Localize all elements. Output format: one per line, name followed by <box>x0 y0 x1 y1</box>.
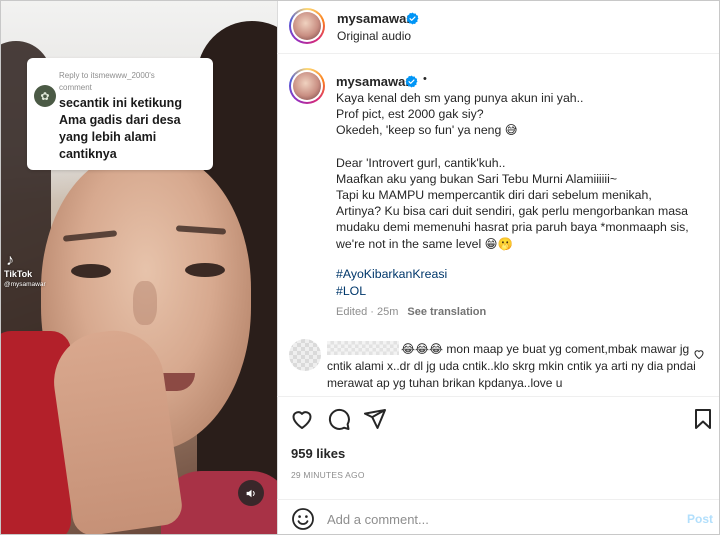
video-player[interactable]: ✿ Reply to itsmewww_2000's comment secan… <box>1 1 277 534</box>
like-heart-icon[interactable] <box>290 407 314 431</box>
post-caption: Kaya kenal deh sm yang punya akun ini ya… <box>336 90 712 252</box>
edited-timestamp: Edited · 25m <box>336 306 399 318</box>
caption-paragraph-1: Kaya kenal deh sm yang punya akun ini ya… <box>336 91 584 138</box>
original-audio-link[interactable]: Original audio <box>337 29 411 43</box>
tiktok-logo-icon: ♪ <box>6 252 14 269</box>
reply-text: secantik ini ketikung Ama gadis dari des… <box>59 96 182 161</box>
hashtag-lol[interactable]: #LOL <box>336 284 366 298</box>
post-comment-button[interactable]: Post <box>687 512 713 526</box>
add-comment-input[interactable] <box>327 508 667 530</box>
see-translation-link[interactable]: See translation <box>407 306 486 318</box>
caption-username[interactable]: mysamawar <box>336 74 410 89</box>
post-timestamp[interactable]: 29 MINUTES AGO <box>291 470 365 480</box>
tiktok-logo-label: TikTok <box>4 269 33 279</box>
post-panel: mysamawar Original audio mysamawar • Kay… <box>277 1 719 534</box>
hashtag-ayokibarkankreasi[interactable]: #AyoKibarkanKreasi <box>336 267 447 281</box>
verified-badge-icon <box>406 12 419 25</box>
comment-item: 😂😂😂 mon maap ye buat yg coment,mbak mawa… <box>289 339 709 393</box>
tiktok-reply-card: ✿ Reply to itsmewww_2000's comment secan… <box>27 58 213 170</box>
caption-verified-badge-icon <box>405 75 418 88</box>
audio-toggle-button[interactable] <box>238 480 264 506</box>
caption-paragraph-2: Dear 'Introvert gurl, cantik'kuh.. Maafk… <box>336 155 689 251</box>
reply-avatar: ✿ <box>34 85 56 107</box>
comment-like-heart-icon[interactable] <box>693 348 705 360</box>
commenter-name-blurred <box>327 341 399 355</box>
reply-header: Reply to itsmewww_2000's <box>59 71 155 80</box>
author-avatar[interactable] <box>289 8 325 44</box>
tiktok-handle: @mysamawar <box>4 281 46 288</box>
caption-avatar[interactable] <box>289 68 325 104</box>
speaker-icon <box>246 489 255 497</box>
comment-bubble-icon[interactable] <box>327 407 351 431</box>
save-bookmark-icon[interactable] <box>691 407 715 431</box>
caption-dot: • <box>423 73 427 85</box>
commenter-avatar-blurred <box>289 339 321 371</box>
caption-meta: Edited · 25m See translation <box>336 306 486 318</box>
share-send-icon[interactable] <box>363 407 387 431</box>
author-username[interactable]: mysamawar <box>337 11 411 26</box>
reply-header-2: comment <box>59 83 92 92</box>
emoji-smiley-icon[interactable] <box>291 507 315 531</box>
like-count[interactable]: 959 likes <box>291 446 345 461</box>
